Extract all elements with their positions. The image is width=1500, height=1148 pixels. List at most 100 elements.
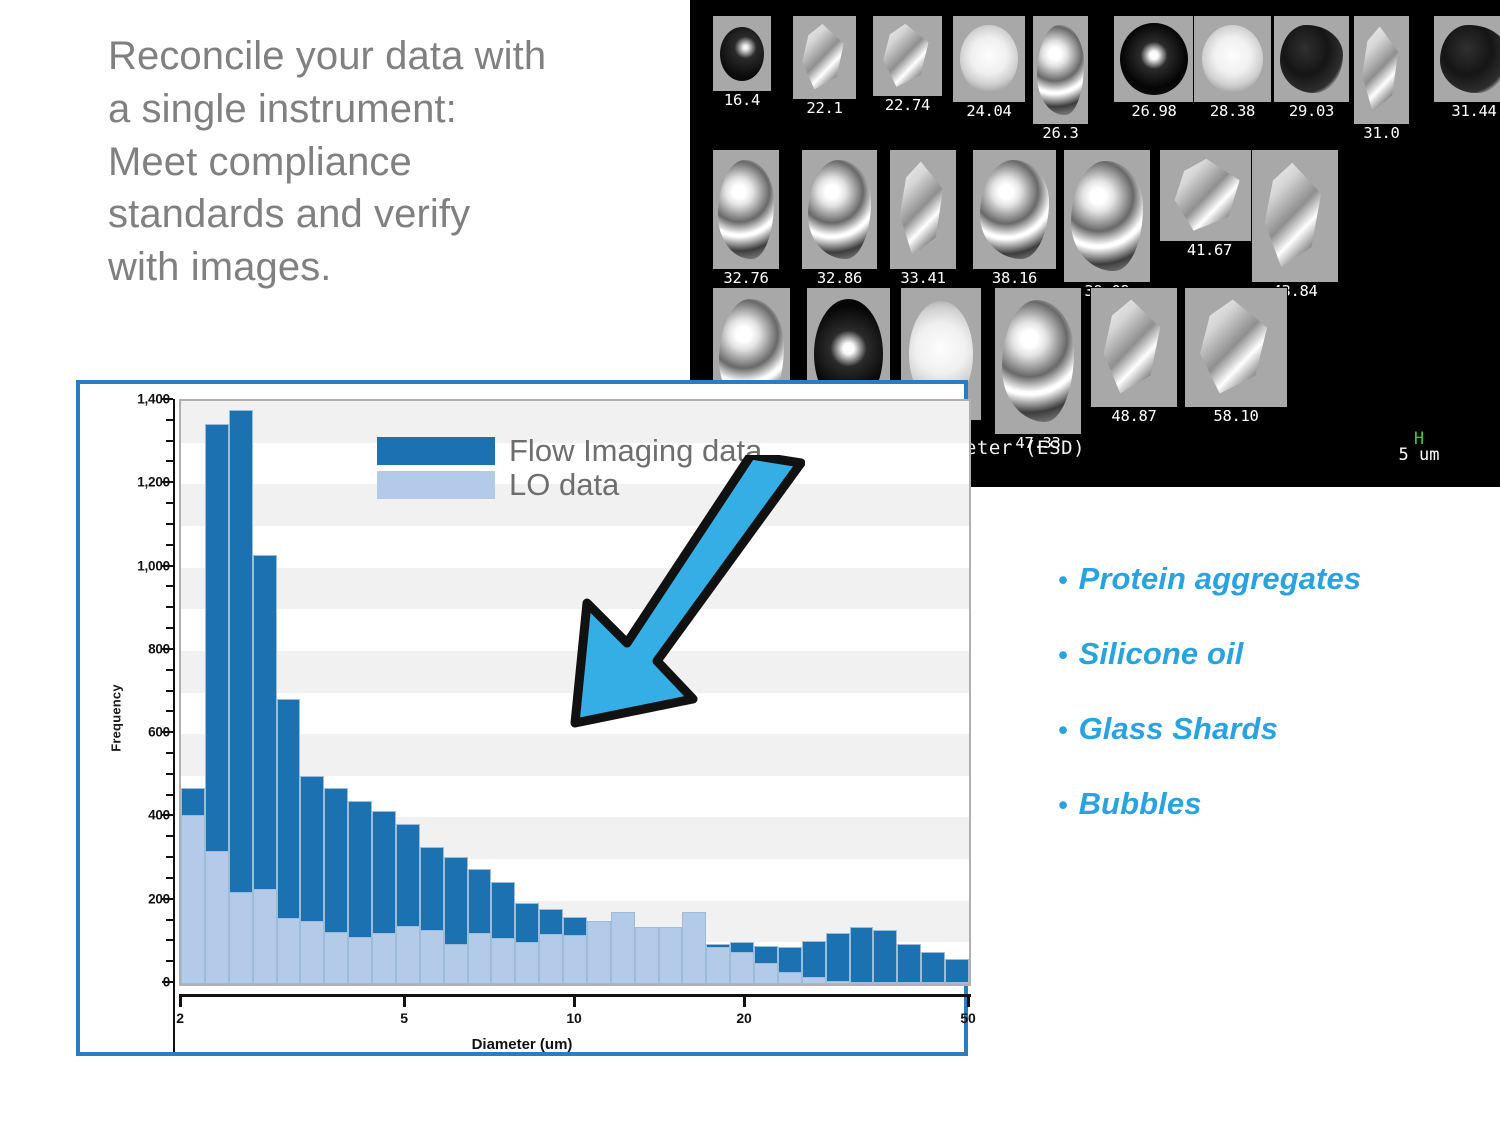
x-tick-label: 20 [736,1010,752,1026]
y-tick-major [162,981,173,983]
particle-thumbnail-cell: 41.67 [1156,150,1263,259]
headline-line-4: standards and verify [108,192,471,237]
y-tick-minor [166,918,173,921]
scale-bar: H 5 um [1374,429,1464,466]
y-tick-minor [166,960,173,963]
y-tick-minor [166,502,173,505]
bullet-dot-icon: • [1058,715,1068,745]
y-tick-minor [166,689,173,692]
particle-size-label: 33.41 [900,269,946,287]
y-tick-major [162,731,173,734]
bar-lo [419,929,444,984]
bar-flow-imaging [897,944,922,984]
bar-group [252,401,277,984]
particle-image-shard [793,16,856,99]
y-tick-minor [166,751,173,754]
y-tick-minor [166,585,173,588]
bullet-label-protein-aggregates: Protein aggregates [1078,561,1362,596]
bar-lo [228,891,253,984]
bar-lo [945,982,969,984]
bar-lo [682,912,707,984]
bar-lo [300,920,325,984]
particle-image-bright-bubble [1194,16,1271,102]
bar-lo [204,850,229,984]
particle-image-shard [1354,16,1409,124]
particle-shape [1440,24,1500,94]
bar-group [873,401,898,984]
particle-image-aggregate [1064,150,1150,282]
y-tick-minor [166,460,173,463]
particle-shape [802,24,844,90]
particle-shape [1120,22,1188,96]
bar-group [801,401,826,984]
particle-size-label: 31.44 [1451,102,1497,120]
particle-size-label: 32.76 [723,269,769,287]
pointer-arrow-icon [570,455,805,728]
particle-shape [1264,162,1322,267]
bar-lo [634,926,659,984]
bullet-label-glass-shards: Glass Shards [1078,711,1278,746]
particle-image-shard [1160,150,1259,241]
bar-group [921,401,946,984]
bar-flow-imaging [873,929,898,984]
bullet-label-silicone-oil: Silicone oil [1078,636,1244,671]
y-axis-tick-labels: 02004006008001,0001,2001,400 [94,384,170,1052]
particle-thumbnail-cell: 33.41 [886,150,960,287]
particle-shape [1280,24,1343,94]
bullet-item-silicone-oil: • Silicone oil [1058,637,1478,672]
particle-shape [1070,160,1144,272]
y-tick-minor [166,522,173,525]
legend-swatch-flow-imaging [377,437,495,465]
y-tick-minor [166,668,173,671]
bar-lo [921,982,946,984]
x-tick-mark [573,994,576,1007]
particle-size-label: 31.0 [1363,124,1400,142]
y-tick-minor [166,939,173,942]
particle-image-aggregate [802,150,877,269]
y-tick-minor [166,856,173,859]
x-tick-label: 2 [176,1010,184,1026]
particle-size-label: 58.10 [1213,407,1259,425]
bar-lo [372,933,396,984]
particle-image-aggregate [995,288,1081,434]
bar-group [300,401,325,984]
bar-group [825,401,850,984]
particle-size-label: 48.87 [1111,407,1157,425]
particle-thumbnail-cell: 24.04 [949,16,1029,120]
headline-line-5: with images. [108,245,332,290]
particle-size-label: 22.1 [806,99,843,117]
particle-size-label: 38.16 [991,269,1038,287]
y-tick-major [162,481,173,484]
bar-lo [181,815,205,984]
particle-thumbnail-cell: 22.74 [869,16,946,114]
y-tick-minor [166,772,173,775]
y-tick-major [162,897,173,900]
y-tick-minor [166,710,173,713]
particle-thumbnail-cell: 47.33 [991,288,1085,452]
headline-line-3: Meet compliance [108,139,412,184]
particle-thumbnail-cell: 31.44 [1430,16,1500,120]
bar-lo [324,931,349,984]
y-tick-minor [166,606,173,609]
bar-lo [276,918,301,984]
particle-image-bright-bubble [953,16,1025,102]
particle-size-label: 41.67 [1186,241,1233,259]
scale-bar-label: 5 um [1398,445,1440,465]
feature-bullet-list: • Protein aggregates • Silicone oil • Gl… [1058,562,1478,862]
bullet-item-protein-aggregates: • Protein aggregates [1058,562,1478,597]
particle-thumbnail-cell: 39.09 [1060,150,1154,300]
bar-group [204,401,229,984]
particle-thumbnail-cell: 31.0 [1350,16,1413,142]
particle-shape [1037,24,1084,116]
scale-bar-tick-icon: H [1413,429,1425,449]
particle-image-aggregate [1033,16,1088,124]
bar-group [228,401,253,984]
particle-image-aggregate [973,150,1056,269]
particle-shape [883,23,929,87]
particle-thumbnail-cell: 48.87 [1087,288,1181,425]
bar-flow-imaging [945,959,969,984]
x-tick-mark [743,994,746,1007]
particle-thumbnail-cell: 22.1 [789,16,860,117]
particle-shape [1200,299,1267,394]
particle-size-label: 26.3 [1042,124,1079,142]
